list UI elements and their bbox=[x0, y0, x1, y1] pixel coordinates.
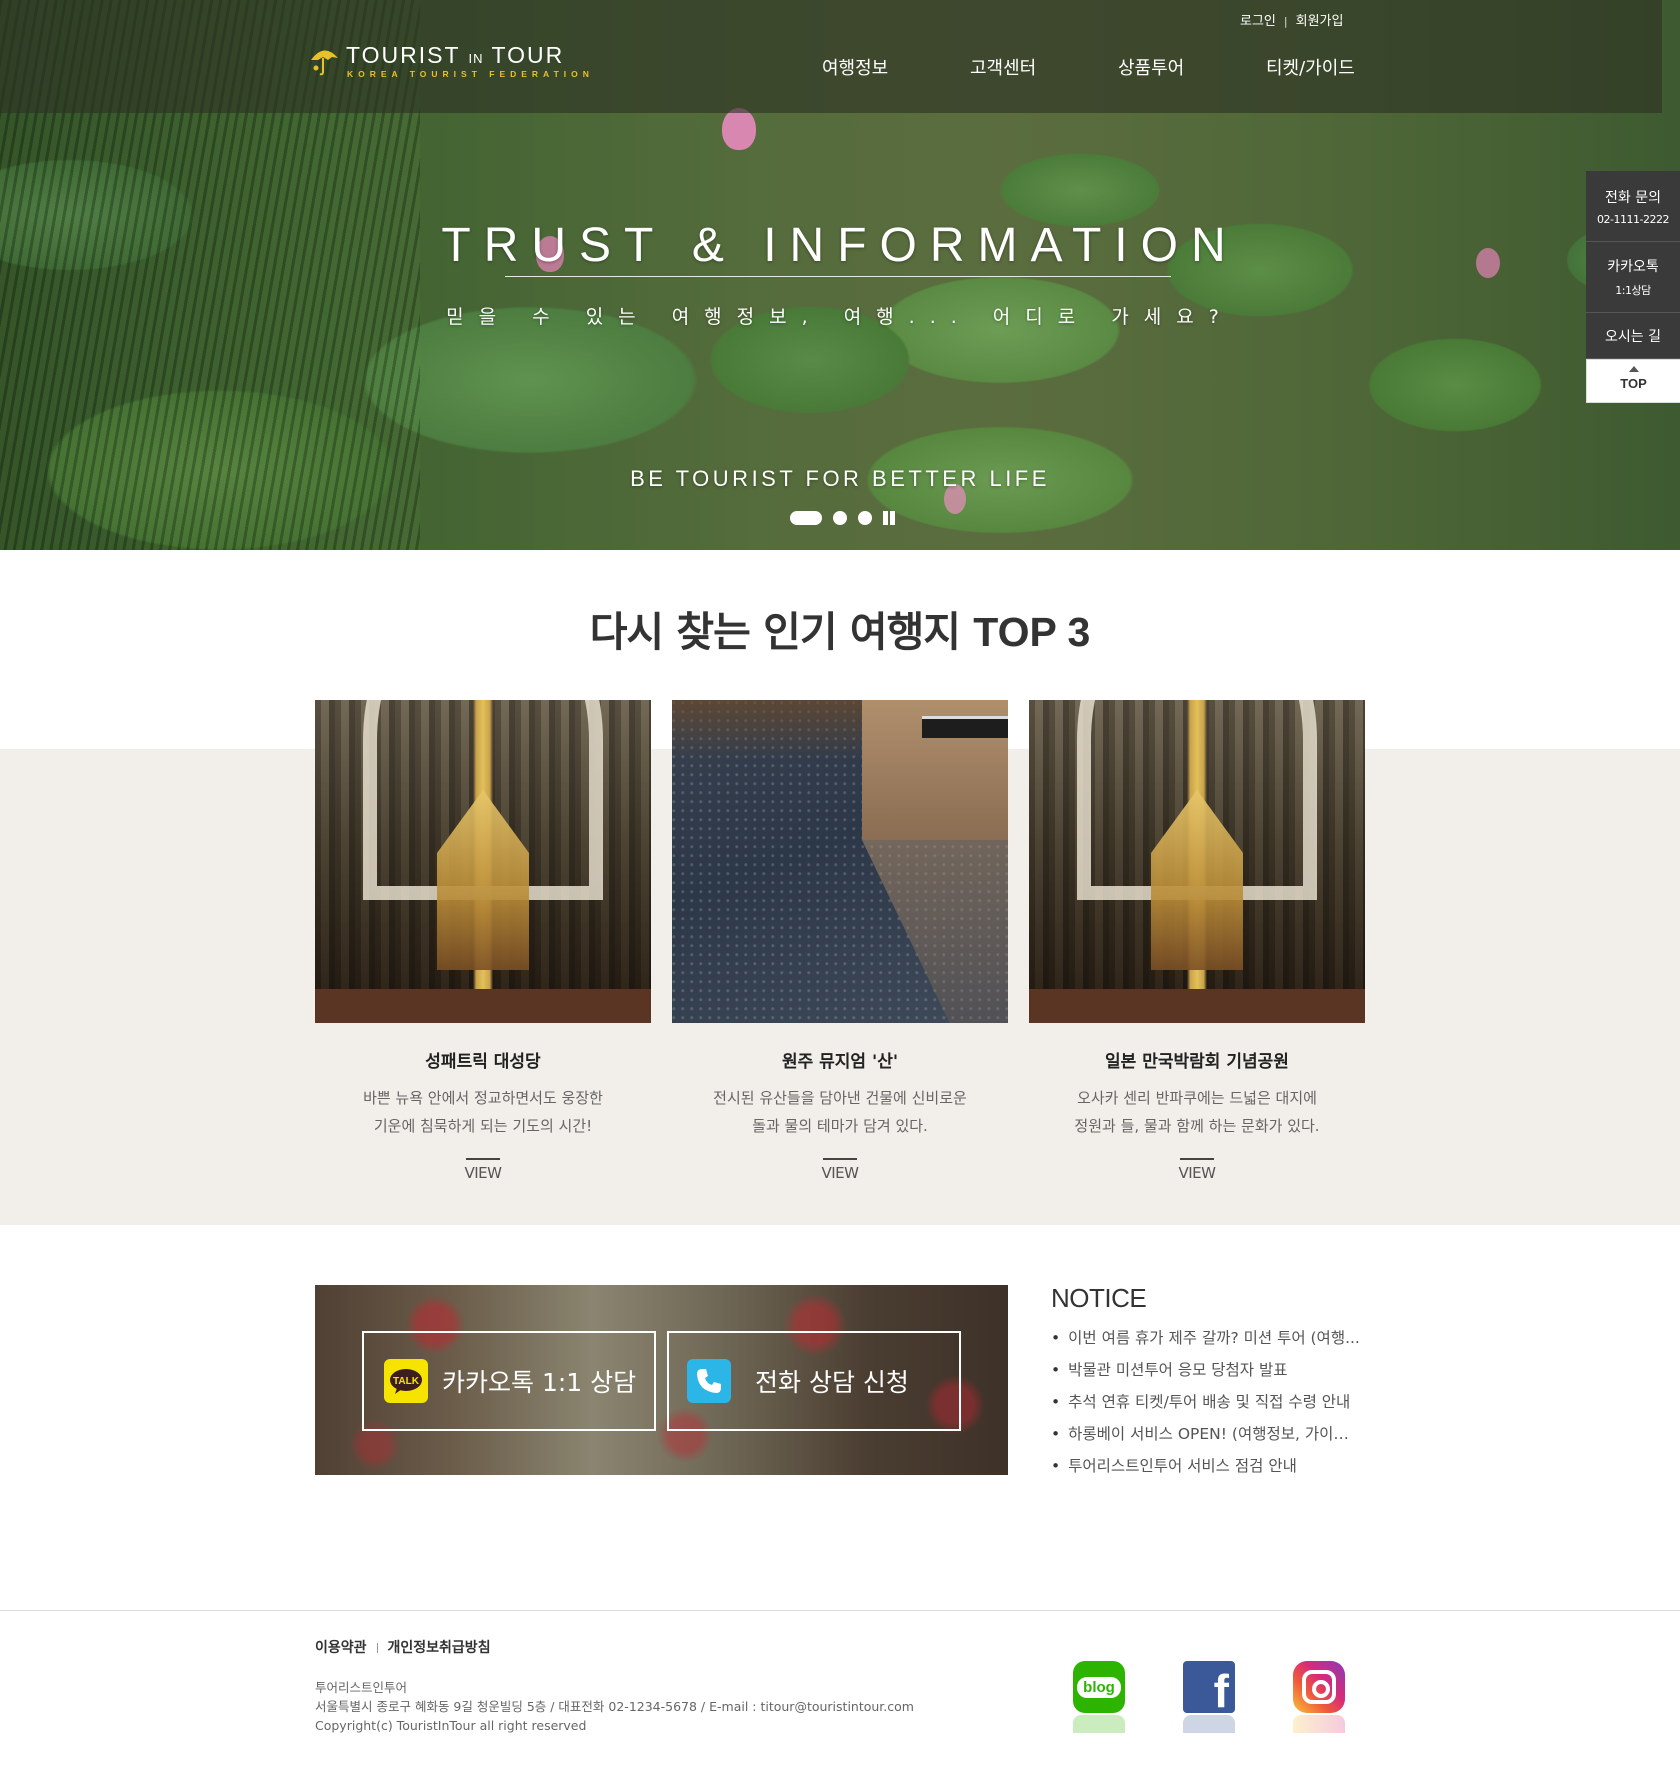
destination-description: 전시된 유산들을 담아낸 건물에 신비로운 돌과 물의 테마가 담겨 있다. bbox=[713, 1089, 967, 1135]
destination-image-park[interactable] bbox=[1029, 700, 1365, 1023]
kakao-consult-label: 카카오톡 1:1 상담 bbox=[442, 1368, 637, 1397]
quick-directions[interactable]: 오시는 길 bbox=[1586, 313, 1680, 359]
view-divider bbox=[823, 1158, 857, 1160]
logo-umbrella-icon bbox=[311, 50, 338, 76]
view-divider bbox=[466, 1158, 500, 1160]
phone-consult-label: 전화 상담 신청 bbox=[755, 1368, 909, 1397]
logo-subtitle: KOREA TOURIST FEDERATION bbox=[347, 69, 594, 79]
quick-phone[interactable]: 전화 문의 02-1111-2222 bbox=[1586, 171, 1680, 242]
destination-card: 성패트릭 대성당 바쁜 뉴욕 안에서 정교하면서도 웅장한 기운에 침묵하게 되는… bbox=[315, 700, 651, 1182]
blog-icon-reflection bbox=[1073, 1715, 1125, 1733]
kakao-talk-icon: TALK bbox=[384, 1359, 428, 1403]
consult-banner: TALK 카카오톡 1:1 상담 전화 상담 신청 bbox=[315, 1285, 1008, 1475]
hero-subtitle: 믿을 수 있는 여행정보, 여행... 어디로 가세요? bbox=[446, 306, 1234, 328]
instagram-icon-reflection bbox=[1293, 1715, 1345, 1733]
login-link[interactable]: 로그인 bbox=[1240, 14, 1276, 29]
instagram-icon bbox=[1293, 1661, 1345, 1713]
nav-item-product-tour[interactable]: 상품투어 bbox=[1118, 54, 1184, 80]
phone-icon bbox=[687, 1359, 731, 1403]
view-link[interactable]: VIEW bbox=[822, 1164, 860, 1182]
section-title-top3: 다시 찾는 인기 여행지 TOP 3 bbox=[589, 608, 1091, 656]
notice-list: 이번 여름 휴가 제주 갈까? 미션 투어 (여행... 박물관 미션투어 응모… bbox=[1051, 1328, 1361, 1488]
facebook-link[interactable]: f bbox=[1183, 1661, 1237, 1735]
destination-name: 성패트릭 대성당 bbox=[425, 1052, 541, 1072]
site-header: TOURIST IN TOUR KOREA TOURIST FEDERATION… bbox=[0, 0, 1662, 113]
instagram-link[interactable] bbox=[1293, 1661, 1347, 1735]
notice-item[interactable]: 하롱베이 서비스 OPEN! (여행정보, 가이드... bbox=[1051, 1424, 1361, 1456]
footer-separator bbox=[376, 1643, 378, 1653]
nav-item-travel-info[interactable]: 여행정보 bbox=[822, 54, 888, 80]
notice-item[interactable]: 투어리스트인투어 서비스 점검 안내 bbox=[1051, 1456, 1361, 1488]
top-label: TOP bbox=[1620, 376, 1647, 391]
destination-description: 오사카 센리 반파쿠에는 드넓은 대지에 정원과 들, 물과 함께 하는 문화가 … bbox=[1074, 1089, 1320, 1135]
hero-slogan: BE TOURIST FOR BETTER LIFE bbox=[630, 466, 1050, 491]
facebook-icon: f bbox=[1183, 1661, 1235, 1714]
quick-phone-number: 02-1111-2222 bbox=[1597, 212, 1669, 226]
quick-phone-label: 전화 문의 bbox=[1605, 189, 1661, 206]
phone-consult-button[interactable]: 전화 상담 신청 bbox=[667, 1331, 961, 1431]
kakao-consult-button[interactable]: TALK 카카오톡 1:1 상담 bbox=[362, 1331, 656, 1431]
notice-item[interactable]: 추석 연휴 티켓/투어 배송 및 직접 수령 안내 bbox=[1051, 1392, 1361, 1424]
terms-link[interactable]: 이용약관 bbox=[315, 1640, 367, 1656]
slide-dot-3[interactable] bbox=[858, 511, 872, 525]
slider-pager bbox=[790, 510, 900, 526]
quick-kakao-sub: 1:1상담 bbox=[1615, 284, 1651, 297]
destination-card: 일본 만국박람회 기념공원 오사카 센리 반파쿠에는 드넓은 대지에 정원과 들,… bbox=[1029, 700, 1365, 1182]
footer-links: 이용약관 개인정보취급방침 bbox=[315, 1637, 491, 1657]
view-link[interactable]: VIEW bbox=[465, 1164, 503, 1182]
view-divider bbox=[1180, 1158, 1214, 1160]
slide-dot-2[interactable] bbox=[833, 511, 847, 525]
destination-image-museum[interactable] bbox=[672, 700, 1008, 1023]
back-to-top-button[interactable]: TOP bbox=[1586, 359, 1680, 403]
nav-item-customer-center[interactable]: 고객센터 bbox=[970, 54, 1036, 80]
svg-text:TALK: TALK bbox=[393, 1376, 420, 1387]
blog-link[interactable]: blog bbox=[1073, 1661, 1127, 1735]
site-logo[interactable]: TOURIST IN TOUR KOREA TOURIST FEDERATION bbox=[308, 42, 589, 82]
company-name: 투어리스트인투어 bbox=[315, 1680, 408, 1695]
quick-directions-label: 오시는 길 bbox=[1605, 328, 1661, 345]
arrow-up-icon bbox=[1628, 366, 1639, 372]
view-link[interactable]: VIEW bbox=[1179, 1164, 1217, 1182]
destination-card: 원주 뮤지엄 '산' 전시된 유산들을 담아낸 건물에 신비로운 돌과 물의 테마… bbox=[672, 700, 1008, 1182]
copyright: Copyright(c) TouristInTour all right res… bbox=[315, 1718, 587, 1733]
hero-divider bbox=[505, 276, 1171, 277]
notice-board: NOTICE 이번 여름 휴가 제주 갈까? 미션 투어 (여행... 박물관 … bbox=[1051, 1283, 1361, 1488]
notice-item[interactable]: 박물관 미션투어 응모 당첨자 발표 bbox=[1051, 1360, 1361, 1392]
destination-image-cathedral[interactable] bbox=[315, 700, 651, 1023]
slide-dot-1[interactable] bbox=[790, 511, 822, 525]
blog-icon: blog bbox=[1073, 1661, 1125, 1713]
facebook-icon-reflection bbox=[1183, 1715, 1235, 1733]
company-info: 투어리스트인투어 서울특별시 종로구 혜화동 9길 청운빌딩 5층 / 대표전화… bbox=[315, 1678, 914, 1735]
logo-text: TOURIST IN TOUR bbox=[346, 42, 565, 68]
notice-title[interactable]: NOTICE bbox=[1051, 1283, 1361, 1314]
nav-item-ticket-guide[interactable]: 티켓/가이드 bbox=[1266, 54, 1355, 80]
utility-links: 로그인 | 회원가입 bbox=[1240, 10, 1343, 29]
destination-description: 바쁜 뉴욕 안에서 정교하면서도 웅장한 기운에 침묵하게 되는 기도의 시간! bbox=[363, 1089, 603, 1135]
site-footer: 이용약관 개인정보취급방침 투어리스트인투어 서울특별시 종로구 혜화동 9길 청… bbox=[0, 1610, 1680, 1772]
quick-menu: 전화 문의 02-1111-2222 카카오톡 1:1상담 오시는 길 TOP bbox=[1586, 171, 1680, 403]
destination-name: 일본 만국박람회 기념공원 bbox=[1105, 1052, 1289, 1072]
util-separator: | bbox=[1283, 15, 1288, 28]
notice-item[interactable]: 이번 여름 휴가 제주 갈까? 미션 투어 (여행... bbox=[1051, 1328, 1361, 1360]
quick-kakao[interactable]: 카카오톡 1:1상담 bbox=[1586, 242, 1680, 313]
hero-slider: TOURIST IN TOUR KOREA TOURIST FEDERATION… bbox=[0, 0, 1680, 550]
join-link[interactable]: 회원가입 bbox=[1296, 14, 1344, 29]
destination-name: 원주 뮤지엄 '산' bbox=[781, 1052, 899, 1072]
hero-title: TRUST & INFORMATION bbox=[441, 219, 1239, 272]
pause-icon[interactable] bbox=[882, 511, 896, 525]
company-address: 서울특별시 종로구 혜화동 9길 청운빌딩 5층 / 대표전화 02-1234-… bbox=[315, 1699, 914, 1714]
privacy-link[interactable]: 개인정보취급방침 bbox=[388, 1640, 491, 1656]
quick-kakao-label: 카카오톡 bbox=[1607, 259, 1659, 275]
lotus-flower bbox=[722, 108, 756, 150]
